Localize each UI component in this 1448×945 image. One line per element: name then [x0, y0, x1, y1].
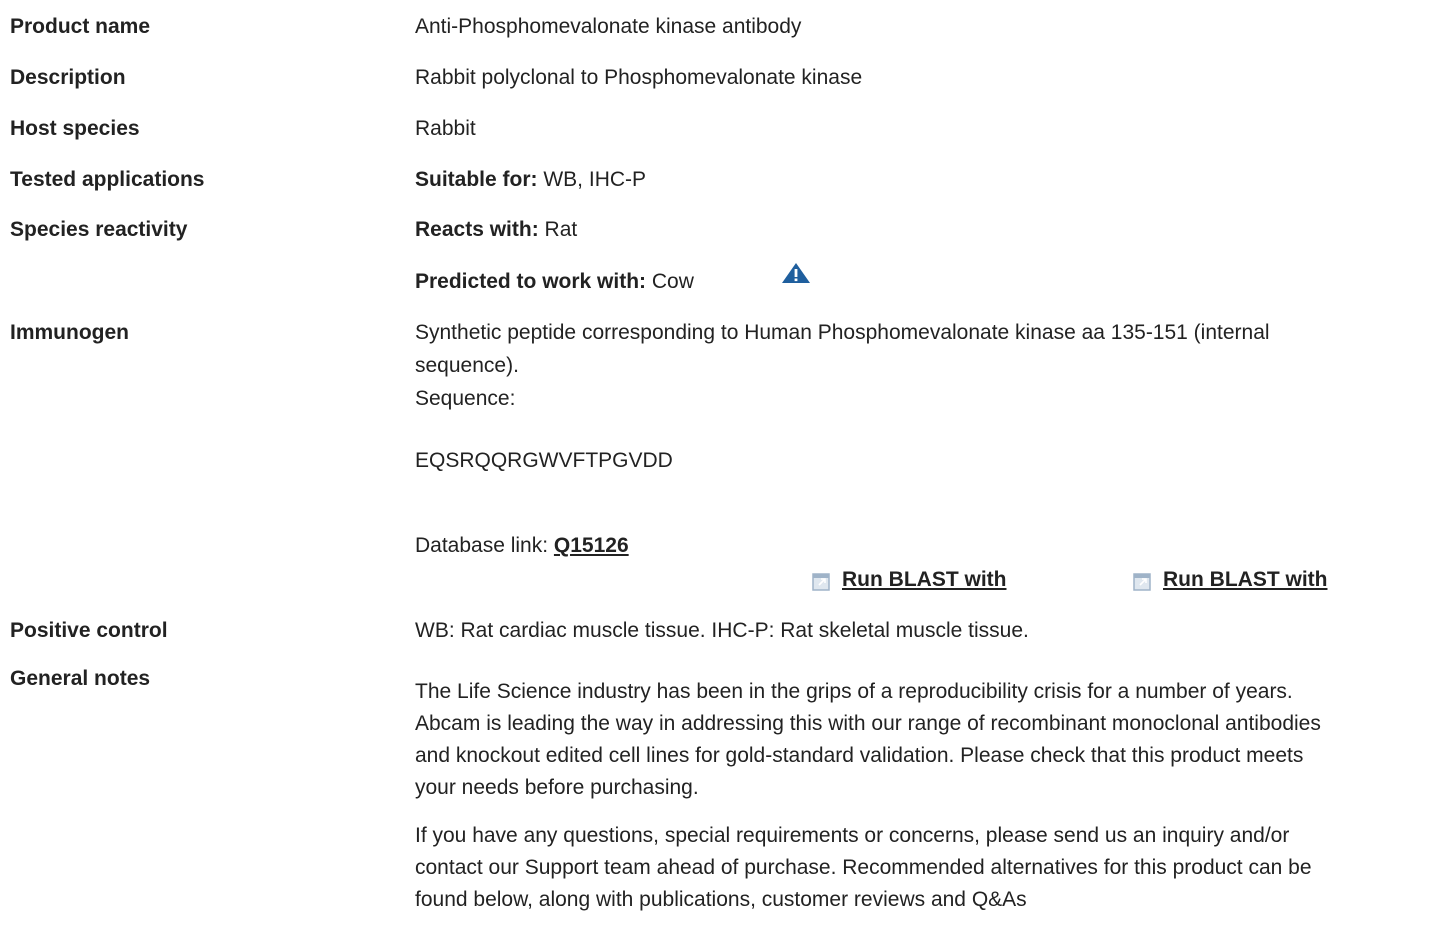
general-notes-p1-line: and knockout edited cell lines for gold-…	[415, 744, 1304, 767]
value-tested-applications: Suitable for: WB, IHC-P	[415, 166, 1444, 194]
value-reacts-with: Reacts with: Rat	[415, 216, 1444, 244]
sequence-value: EQSRQQRGWVFTPGVDD	[415, 449, 673, 472]
suitable-for-prefix: Suitable for:	[415, 168, 538, 191]
label-product-name: Product name	[10, 15, 151, 38]
label-tested-applications: Tested applications	[10, 168, 205, 191]
run-blast-button-2[interactable]: Run BLAST with	[1133, 566, 1327, 594]
value-positive-control: WB: Rat cardiac muscle tissue. IHC-P: Ra…	[415, 619, 1029, 642]
label-description: Description	[10, 66, 126, 89]
general-notes-paragraph-1: The Life Science industry has been in th…	[415, 676, 1445, 804]
label-species-reactivity: Species reactivity	[10, 218, 188, 241]
general-notes-p1-line: your needs before purchasing.	[415, 776, 699, 799]
immunogen-line-2: sequence).	[415, 354, 519, 377]
general-notes-p1-line: The Life Science industry has been in th…	[415, 680, 1293, 703]
run-blast-button-1[interactable]: Run BLAST with	[812, 566, 1006, 594]
predicted-value: Cow	[651, 270, 694, 293]
reacts-with-value: Rat	[544, 218, 578, 241]
database-link-row: Database link: Q15126	[415, 532, 1444, 560]
predicted-prefix: Predicted to work with:	[415, 270, 647, 293]
general-notes-p2-line: contact our Support team ahead of purcha…	[415, 856, 1312, 879]
immunogen-line-1: Synthetic peptide corresponding to Human…	[415, 321, 1270, 344]
run-blast-link-1[interactable]: Run BLAST with	[842, 566, 1006, 594]
value-predicted-to-work-with: Predicted to work with: Cow	[415, 268, 1444, 296]
general-notes-p2-line: found below, along with publications, cu…	[415, 888, 1027, 911]
reacts-with-prefix: Reacts with:	[415, 218, 539, 241]
external-link-icon	[1133, 571, 1151, 591]
suitable-for-value: WB, IHC-P	[543, 168, 647, 191]
value-product-name: Anti-Phosphomevalonate kinase antibody	[415, 15, 802, 38]
external-link-icon	[812, 571, 830, 591]
label-general-notes: General notes	[10, 667, 151, 690]
warning-triangle-icon[interactable]	[781, 262, 811, 284]
general-notes-p1-line: Abcam is leading the way in addressing t…	[415, 712, 1321, 735]
sequence-label: Sequence:	[415, 387, 516, 410]
value-description: Rabbit polyclonal to Phosphomevalonate k…	[415, 66, 863, 89]
general-notes-paragraph-2: If you have any questions, special requi…	[415, 820, 1445, 916]
label-immunogen: Immunogen	[10, 321, 129, 344]
label-host-species: Host species	[10, 117, 140, 140]
value-host-species: Rabbit	[415, 117, 476, 140]
run-blast-link-2[interactable]: Run BLAST with	[1163, 566, 1327, 594]
general-notes-p2-line: If you have any questions, special requi…	[415, 824, 1290, 847]
database-link-q15126[interactable]: Q15126	[554, 534, 629, 557]
database-link-prefix: Database link:	[415, 534, 549, 557]
label-positive-control: Positive control	[10, 619, 168, 642]
